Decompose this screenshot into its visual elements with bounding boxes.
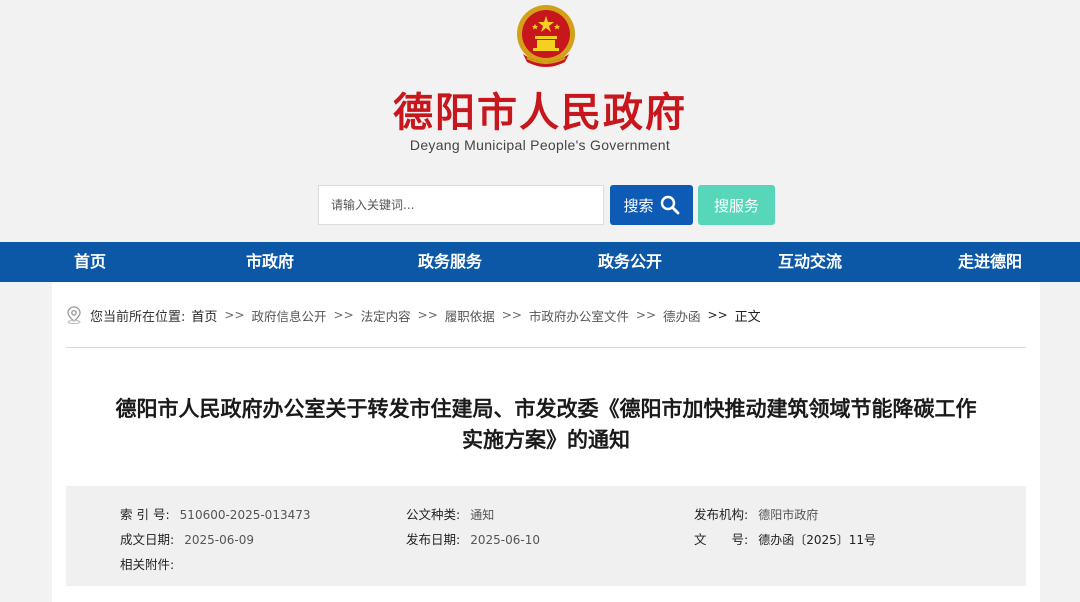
meta-type: 公文种类: 通知 — [406, 504, 494, 523]
breadcrumb-item[interactable]: 德办函 — [663, 306, 701, 325]
meta-docno-value: 德办函〔2025〕11号 — [758, 533, 877, 547]
meta-publisher-value: 德阳市政府 — [758, 508, 819, 522]
meta-docno-label: 文 号: — [694, 532, 749, 547]
meta-created-label: 成文日期: — [120, 532, 175, 547]
nav-item-about-deyang[interactable]: 走进德阳 — [900, 242, 1080, 282]
main-nav: 首页 市政府 政务服务 政务公开 互动交流 走进德阳 — [0, 242, 1080, 282]
national-emblem-icon — [517, 5, 575, 67]
document-title-line: 实施方案》的通知 — [462, 428, 630, 452]
site-header: 德阳市人民政府 Deyang Municipal People's Govern… — [0, 0, 1080, 242]
meta-type-value: 通知 — [470, 508, 495, 522]
site-subtitle: Deyang Municipal People's Government — [409, 137, 671, 153]
meta-published-value: 2025-06-10 — [470, 533, 540, 547]
meta-created: 成文日期: 2025-06-09 — [120, 529, 254, 548]
breadcrumb-item[interactable]: 政府信息公开 — [252, 306, 327, 325]
document-meta-panel: 索 引 号: 510600-2025-013473 公文种类: 通知 发布机构: 德阳… — [66, 486, 1026, 586]
search-icon — [660, 195, 679, 215]
nav-item-city-government[interactable]: 市政府 — [180, 242, 360, 282]
meta-attachments: 相关附件: — [120, 554, 174, 573]
meta-index-value: 510600-2025-013473 — [179, 508, 311, 522]
breadcrumb-separator: >> — [333, 308, 354, 322]
breadcrumb-separator: >> — [635, 308, 657, 322]
breadcrumb-separator: >> — [417, 308, 438, 322]
main-content: 您当前所在位置: 首页 >> 政府信息公开 >> 法定内容 >> 履职依据 >>… — [52, 282, 1040, 602]
document-title-line: 德阳市人民政府办公室关于转发市住建局、市发改委《德阳市加快推动建筑领域节能降碳工… — [115, 397, 977, 421]
search-button[interactable]: 搜索 — [610, 185, 693, 225]
meta-published: 发布日期: 2025-06-10 — [406, 529, 540, 548]
meta-index-label: 索 引 号: — [120, 507, 170, 522]
breadcrumb: 您当前所在位置: 首页 >> 政府信息公开 >> 法定内容 >> 履职依据 >>… — [66, 304, 761, 326]
nav-item-interaction[interactable]: 互动交流 — [720, 242, 900, 282]
meta-publisher: 发布机构: 德阳市政府 — [694, 504, 818, 523]
meta-type-label: 公文种类: — [406, 507, 461, 522]
search-button-label: 搜索 — [623, 196, 654, 215]
location-pin-icon — [67, 306, 81, 324]
breadcrumb-prefix: 您当前所在位置: — [90, 309, 186, 325]
breadcrumb-separator: >> — [707, 308, 728, 322]
breadcrumb-separator: >> — [224, 308, 245, 322]
nav-item-government-services[interactable]: 政务服务 — [360, 242, 540, 282]
breadcrumb-item[interactable]: 法定内容 — [361, 306, 411, 325]
meta-published-label: 发布日期: — [406, 532, 461, 547]
service-search-button[interactable]: 搜服务 — [698, 185, 775, 225]
meta-created-value: 2025-06-09 — [184, 533, 254, 547]
nav-item-home[interactable]: 首页 — [0, 242, 180, 282]
search-input[interactable] — [318, 185, 604, 225]
breadcrumb-item[interactable]: 市政府办公室文件 — [529, 306, 629, 325]
breadcrumb-item[interactable]: 履职依据 — [445, 306, 495, 325]
meta-index: 索 引 号: 510600-2025-013473 — [120, 504, 311, 523]
site-title: 德阳市人民政府 — [393, 90, 687, 136]
breadcrumb-home[interactable]: 首页 — [191, 306, 217, 325]
document-title: 德阳市人民政府办公室关于转发市住建局、市发改委《德阳市加快推动建筑领域节能降碳工… — [66, 394, 1026, 456]
breadcrumb-separator: >> — [501, 308, 522, 322]
meta-attachments-label: 相关附件: — [120, 557, 175, 572]
meta-publisher-label: 发布机构: — [694, 507, 749, 522]
breadcrumb-current: 正文 — [734, 309, 761, 325]
nav-item-government-affairs[interactable]: 政务公开 — [540, 242, 720, 282]
breadcrumb-divider — [66, 347, 1026, 348]
meta-docno: 文 号: 德办函〔2025〕11号 — [694, 529, 876, 548]
